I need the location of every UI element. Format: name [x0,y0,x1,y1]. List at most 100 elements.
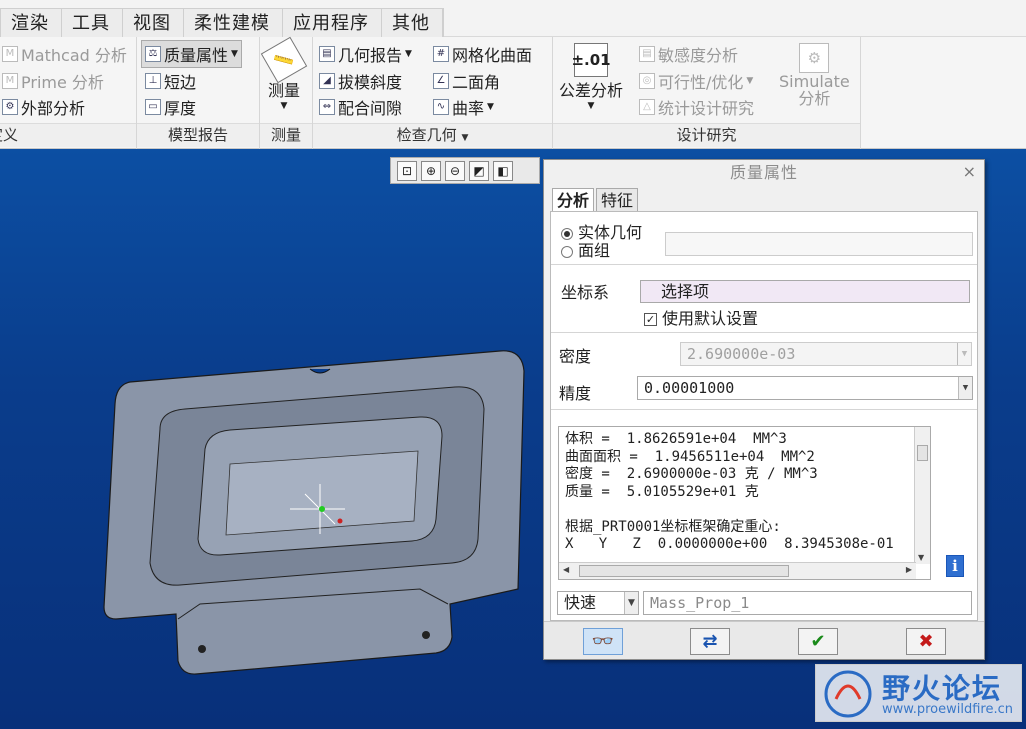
curvature-icon: ∿ [433,99,449,115]
group-measure-label: 测量 [260,123,312,147]
short-edge-icon: ⊥ [145,73,161,89]
simulate-icon: ⚙ [799,43,830,73]
chevron-down-icon: ▼ [461,133,469,143]
external-analysis-button[interactable]: ⚙ 外部分析 [2,95,85,119]
divider [551,409,977,410]
tab-feature[interactable]: 特征 [596,188,639,212]
ok-check-icon[interactable]: ✔ [798,628,838,655]
precision-field[interactable]: 0.00001000 ▼ [637,376,973,400]
watermark-url: www.proewildfire.cn [882,702,1013,717]
group-define-label: 定义 [0,123,136,147]
group-measure: 📏 测量 ▼ 测量 [260,36,313,149]
mathcad-analysis-button[interactable]: M Mathcad 分析 [2,42,127,66]
mesh-surface-button[interactable]: # 网格化曲面 [433,42,532,66]
chevron-down-icon: ▼ [487,102,494,112]
scroll-thumb[interactable] [579,565,789,577]
menu-tabs: 渲染 工具 视图 柔性建模 应用程序 其他 [0,8,444,37]
statistics-icon: △ [639,99,655,115]
dihedral-angle-button[interactable]: ∠ 二面角 [433,69,500,93]
thickness-icon: ▭ [145,99,161,115]
chevron-down-icon: ▼ [957,343,971,365]
thickness-button[interactable]: ▭ 厚度 [145,95,196,119]
short-edge-button[interactable]: ⊥ 短边 [145,69,196,93]
results-textarea[interactable]: 体积 = 1.8626591e+04 MM^3 曲面面积 = 1.9456511… [558,426,931,580]
divider [551,332,977,333]
chevron-down-icon: ▼ [746,76,754,86]
geometry-report-button[interactable]: ▤ 几何报告 ▼ [319,42,412,66]
dihedral-angle-icon: ∠ [433,73,449,89]
sensitivity-analysis-button[interactable]: ▤ 敏感度分析 [639,42,738,66]
info-icon[interactable]: i [946,555,964,577]
cancel-x-icon[interactable]: ✖ [906,628,946,655]
close-icon[interactable]: × [963,162,976,181]
tab-analysis[interactable]: 分析 [552,188,595,212]
mesh-surface-icon: # [433,46,449,62]
prime-analysis-button[interactable]: M Prime 分析 [2,69,104,93]
csys-collector[interactable]: 选择项 [640,280,970,303]
group-design-study: ±.01 公差分析 ▼ ▤ 敏感度分析 ◎ 可行性/优化 ▼ △ 统计设计研究 ⚙ Simul… [553,37,861,149]
divider [551,264,977,265]
scroll-left-icon[interactable]: ◀ [563,565,569,574]
repeat-icon[interactable]: ⇄ [690,628,730,655]
repaint-icon[interactable]: ◩ [469,160,489,181]
menu-render[interactable]: 渲染 [1,9,62,37]
vertical-scrollbar[interactable]: ▼ [914,427,930,564]
statistical-design-study-button[interactable]: △ 统计设计研究 [639,95,754,119]
group-model-report-label: 模型报告 [137,123,259,147]
scroll-right-icon[interactable]: ▶ [906,565,912,574]
precision-label: 精度 [559,384,592,403]
clearance-icon: ⇔ [319,99,335,115]
chevron-down-icon: ▼ [231,49,238,59]
curvature-button[interactable]: ∿ 曲率 ▼ [433,95,494,119]
tolerance-analysis-button[interactable]: ±.01 公差分析 ▼ [559,43,623,111]
chevron-down-icon[interactable]: ▼ [958,377,972,399]
checkmark-icon: ✓ [644,313,657,326]
menu-tools[interactable]: 工具 [62,9,123,37]
zoom-fit-icon[interactable]: ⊡ [397,160,417,181]
view-toolbar: ⊡ ⊕ ⊖ ◩ ◧ [390,157,540,184]
watermark-title: 野火论坛 [882,672,1003,705]
density-field[interactable]: 2.690000e-03 ▼ [680,342,972,366]
sensitivity-icon: ▤ [639,46,655,62]
display-style-icon[interactable]: ◧ [493,160,513,181]
menu-applications[interactable]: 应用程序 [283,9,382,37]
menu-view[interactable]: 视图 [123,9,184,37]
group-model-report: ⚖ 质量属性 ▼ ⊥ 短边 ▭ 厚度 模型报告 [137,37,260,149]
dialog-button-bar: 👓 ⇄ ✔ ✖ [544,621,984,659]
mathcad-icon: M [2,46,18,62]
feasibility-optimization-button[interactable]: ◎ 可行性/优化 ▼ [639,69,753,93]
use-default-checkbox[interactable]: ✓ 使用默认设置 [644,305,758,329]
analysis-name-field[interactable]: Mass_Prop_1 [643,591,972,615]
quilt-radio[interactable]: 面组 [561,237,610,261]
mass-properties-icon: ⚖ [145,46,161,62]
dialog-title: 质量属性 [729,163,798,182]
scroll-down-icon[interactable]: ▼ [918,553,924,562]
chevron-down-icon: ▼ [280,101,288,111]
radio-icon [561,245,573,258]
group-design-study-label: 设计研究 [553,123,860,147]
zoom-in-icon[interactable]: ⊕ [421,160,441,181]
mass-properties-dialog: 质量属性 × 分析 特征 实体几何 面组 坐标系 选择项 ✓ 使用默认设置 密度 … [543,159,985,660]
quilt-collector[interactable] [665,232,973,256]
analysis-mode-select[interactable]: 快速 ▼ [557,591,639,615]
preview-glasses-icon[interactable]: 👓 [583,628,623,655]
group-inspect-geometry-label[interactable]: 检查几何 ▼ [313,123,552,147]
measure-button[interactable]: 📏 测量 ▼ [260,36,308,111]
chevron-down-icon: ▼ [405,49,412,59]
scroll-thumb[interactable] [917,445,928,461]
prime-icon: M [2,73,18,89]
mass-properties-button[interactable]: ⚖ 质量属性 ▼ [141,40,242,68]
menu-other[interactable]: 其他 [382,9,443,37]
menu-flexible-modeling[interactable]: 柔性建模 [184,9,283,37]
csys-label: 坐标系 [561,283,610,302]
dialog-tabs: 分析 特征 [552,188,640,212]
simulate-analysis-button[interactable]: ⚙ Simulate 分析 [779,43,850,107]
clearance-button[interactable]: ⇔ 配合间隙 [319,95,402,119]
external-analysis-icon: ⚙ [2,99,18,115]
results-text: 体积 = 1.8626591e+04 MM^3 曲面面积 = 1.9456511… [565,431,894,552]
zoom-out-icon[interactable]: ⊖ [445,160,465,181]
horizontal-scrollbar[interactable]: ◀ ▶ [559,562,916,579]
draft-button[interactable]: ◢ 拔模斜度 [319,69,402,93]
group-define: MMathcad 分析 MPrime 分析 ⚙外部分析 定义 [0,37,137,149]
geometry-report-icon: ▤ [319,46,335,62]
